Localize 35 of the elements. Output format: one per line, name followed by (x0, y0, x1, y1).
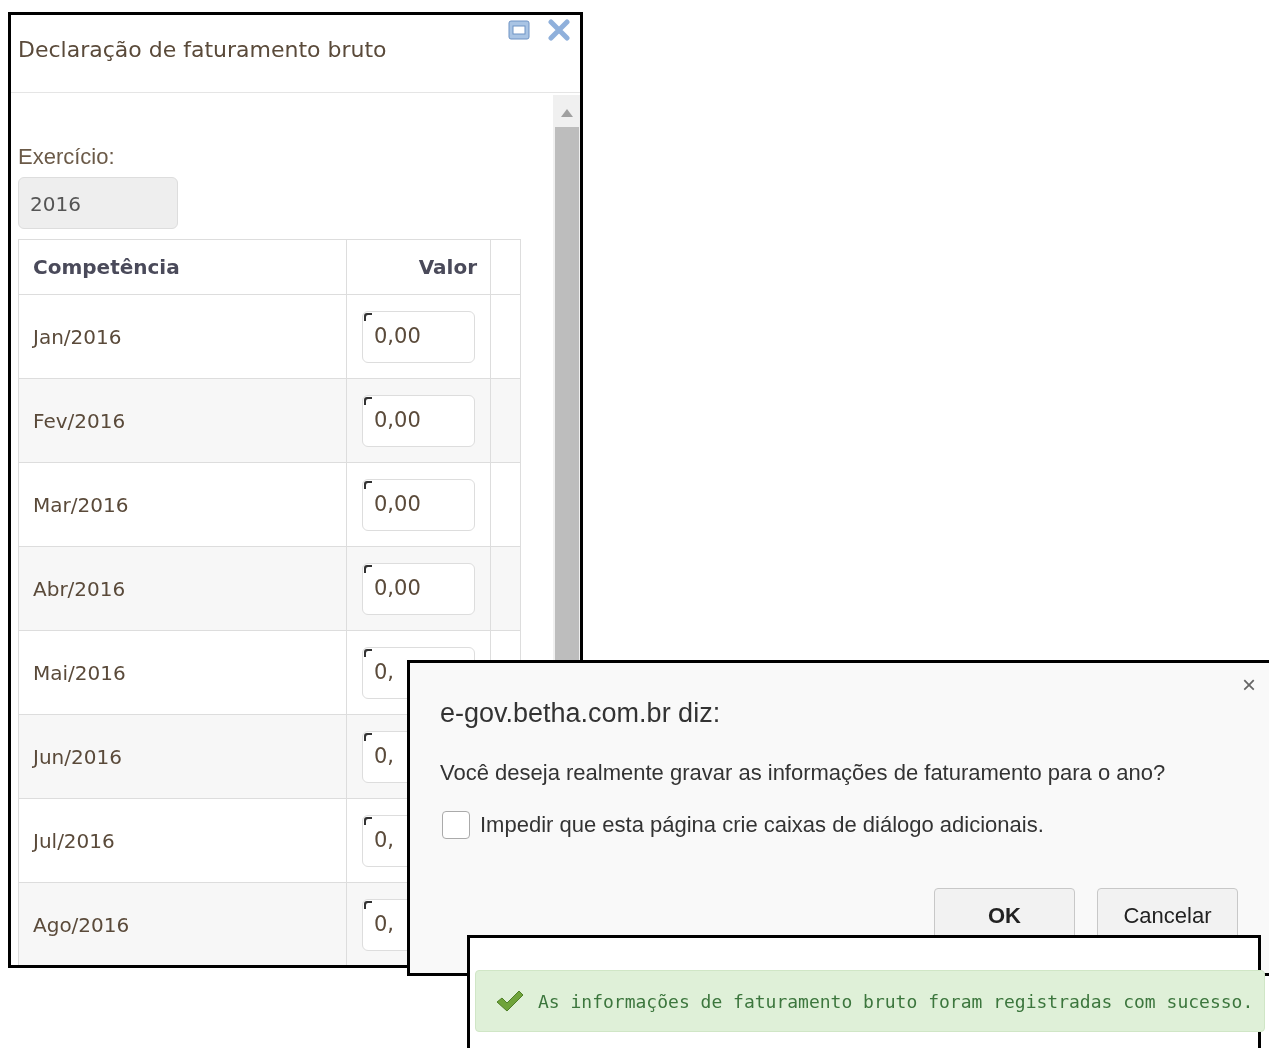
corner-icon (364, 732, 372, 741)
table-cell-text: Mar/2016 (33, 491, 129, 519)
table-cell-text: Jan/2016 (33, 323, 122, 351)
table-cell-text: Jul/2016 (33, 827, 115, 855)
value-field[interactable]: 0,00 (362, 394, 475, 447)
column-header: Competência (33, 254, 180, 281)
close-button[interactable]: × (1242, 673, 1256, 697)
checkmark-icon (496, 990, 524, 1012)
close-icon[interactable] (548, 19, 570, 41)
table-cell-text: Fev/2016 (33, 407, 126, 435)
window-title: Declaração de faturamento bruto (18, 36, 387, 64)
year-field[interactable]: 2016 (18, 177, 178, 229)
column-header: Valor (418, 254, 477, 281)
checkbox-label: Impedir que esta página crie caixas de diálogo adicionais. (480, 811, 1044, 839)
checkbox[interactable] (442, 810, 470, 839)
success-message: As informações de faturamento bruto foram registradas com sucesso. (538, 989, 1254, 1014)
value-field[interactable]: 0,00 (362, 310, 475, 363)
corner-icon (364, 648, 372, 657)
table-cell-text: Abr/2016 (33, 575, 126, 603)
corner-icon (364, 900, 372, 909)
table-cell-text: Jun/2016 (33, 743, 122, 771)
corner-icon (364, 312, 372, 321)
scroll-up-icon[interactable] (561, 109, 573, 117)
dialog-title: e-gov.betha.com.br diz: (440, 697, 721, 730)
corner-icon (364, 480, 372, 489)
corner-icon (364, 396, 372, 405)
value-field[interactable]: 0,00 (362, 478, 475, 531)
corner-icon (364, 564, 372, 573)
corner-icon (364, 816, 372, 825)
dialog-message: Você deseja realmente gravar as informações de faturamento para o ano? (440, 759, 1166, 787)
table-cell-text: Mai/2016 (33, 659, 126, 687)
maximize-icon[interactable] (508, 20, 530, 40)
table-cell-text: Ago/2016 (33, 911, 130, 939)
value-field[interactable]: 0,00 (362, 562, 475, 615)
field-label: Exercício: (18, 143, 116, 171)
